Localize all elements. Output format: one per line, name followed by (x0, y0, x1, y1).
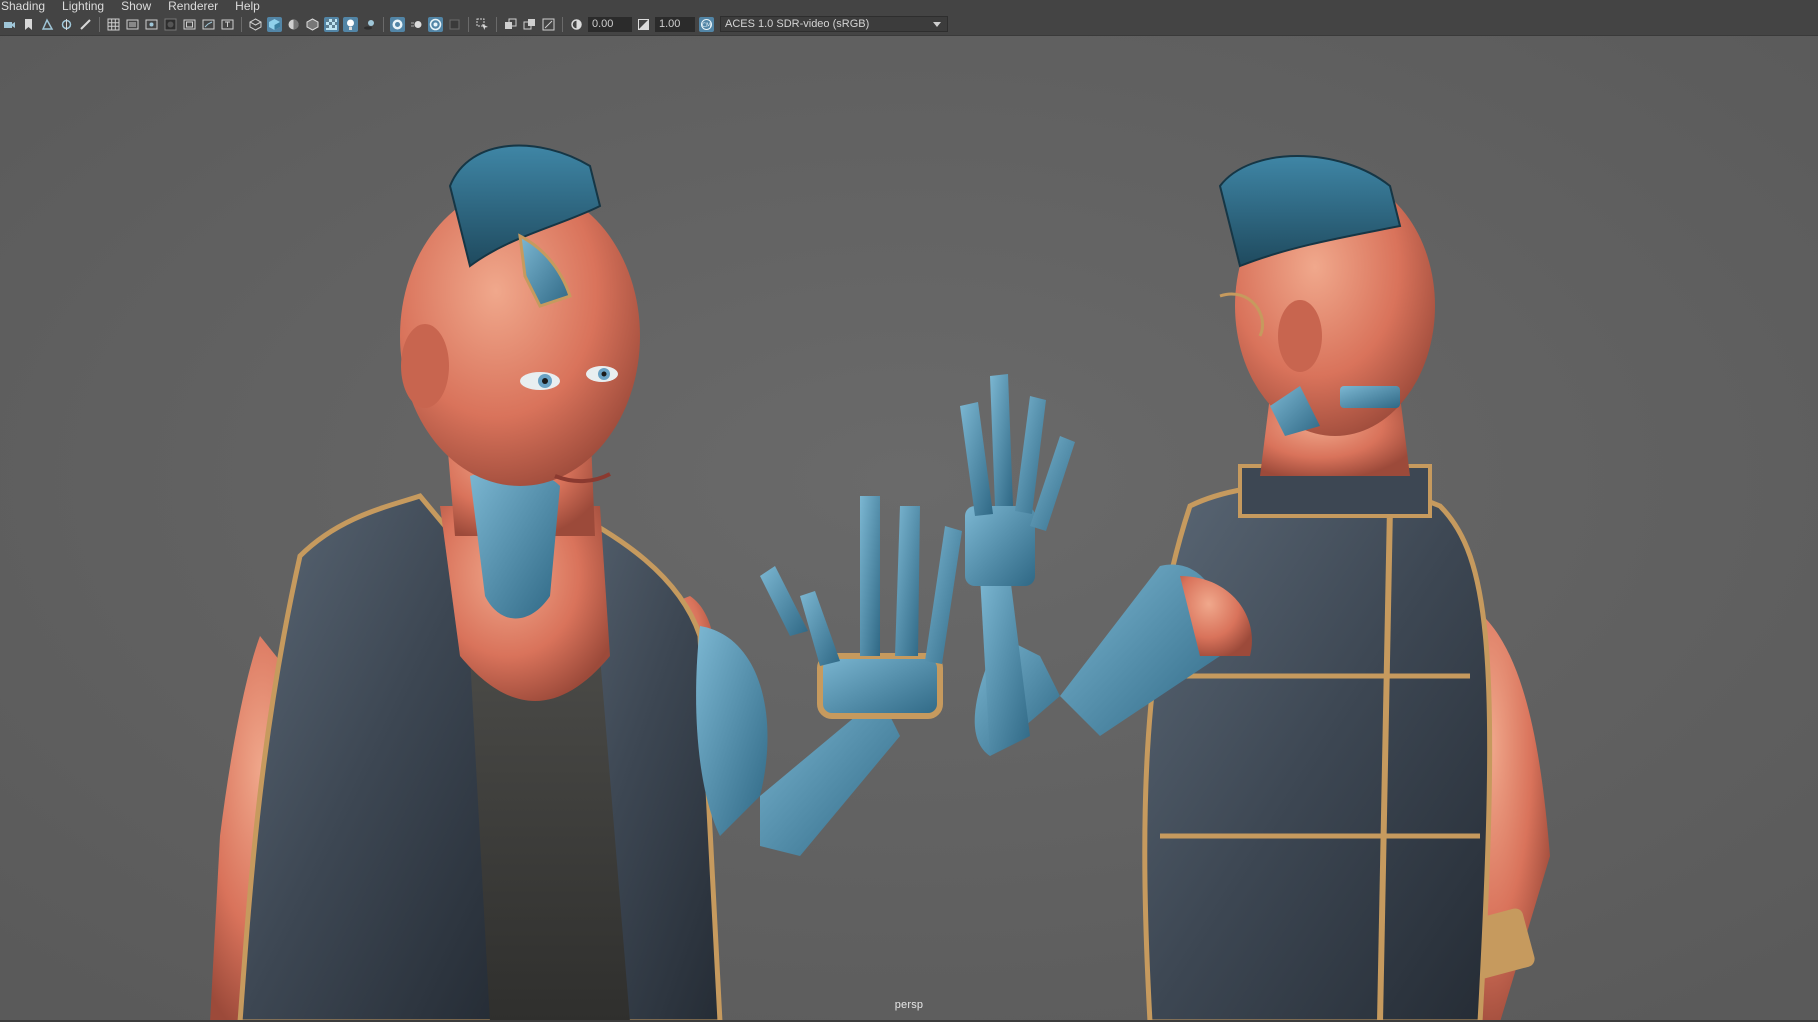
backface-icon[interactable] (541, 17, 556, 32)
viewport-3d[interactable]: persp (0, 36, 1818, 1022)
svg-text:CM: CM (702, 22, 711, 29)
film-gate-icon[interactable] (125, 17, 140, 32)
safe-action-icon[interactable] (201, 17, 216, 32)
pen-icon[interactable] (78, 17, 93, 32)
panel-menu-bar: Shading Lighting Show Renderer Help (0, 0, 1818, 13)
xray-active-icon[interactable] (522, 17, 537, 32)
exposure-icon[interactable] (569, 17, 584, 32)
isolate-select-icon[interactable] (475, 17, 490, 32)
shadows-icon[interactable] (362, 17, 377, 32)
default-material-icon[interactable] (286, 17, 301, 32)
toolbar-divider (241, 16, 242, 32)
toolbar-divider (468, 16, 469, 32)
camera-attributes-icon[interactable] (59, 17, 74, 32)
menu-help[interactable]: Help (234, 0, 268, 13)
smooth-shade-icon[interactable] (267, 16, 282, 32)
menu-lighting[interactable]: Lighting (61, 0, 112, 13)
exposure-field[interactable]: 0.00 (588, 16, 632, 32)
menu-show[interactable]: Show (120, 0, 159, 13)
toolbar-divider (99, 16, 100, 32)
wireframe-icon[interactable] (248, 17, 263, 32)
menu-renderer[interactable]: Renderer (167, 0, 226, 13)
safe-title-icon[interactable] (220, 17, 235, 32)
motion-blur-icon[interactable] (409, 17, 424, 32)
lights-icon[interactable] (343, 16, 358, 32)
depth-of-field-icon[interactable] (447, 17, 462, 32)
scene-render (0, 36, 1818, 1022)
xray-joints-icon[interactable] (503, 17, 518, 32)
color-space-dropdown[interactable]: ACES 1.0 SDR-video (sRGB) (720, 16, 948, 32)
bookmark-icon[interactable] (21, 17, 36, 32)
resolution-gate-icon[interactable] (144, 17, 159, 32)
gate-mask-icon[interactable] (163, 17, 178, 32)
camera-name-label: persp (894, 999, 924, 1011)
gamma-icon[interactable] (636, 17, 651, 32)
chevron-down-icon[interactable] (933, 21, 941, 27)
toolbar-divider (383, 16, 384, 32)
toolbar-divider (562, 16, 563, 32)
toolbar-divider (496, 16, 497, 32)
wireframe-on-shaded-icon[interactable] (305, 17, 320, 32)
field-chart-icon[interactable] (182, 17, 197, 32)
image-plane-icon[interactable] (40, 17, 55, 32)
menu-shading[interactable]: Shading (0, 0, 53, 13)
camera-select-icon[interactable] (2, 17, 17, 32)
screen-space-ao-icon[interactable] (390, 16, 405, 32)
color-space-label: ACES 1.0 SDR-video (sRGB) (725, 18, 870, 30)
gamma-field[interactable]: 1.00 (655, 16, 695, 32)
grid-icon[interactable] (106, 17, 121, 32)
anti-aliasing-icon[interactable] (428, 16, 443, 32)
color-management-icon[interactable]: CM (699, 16, 714, 32)
xray-icon[interactable] (324, 16, 339, 32)
panel-toolbar: 0.00 1.00 CM ACES 1.0 SDR-video (sRGB) (0, 13, 1818, 36)
